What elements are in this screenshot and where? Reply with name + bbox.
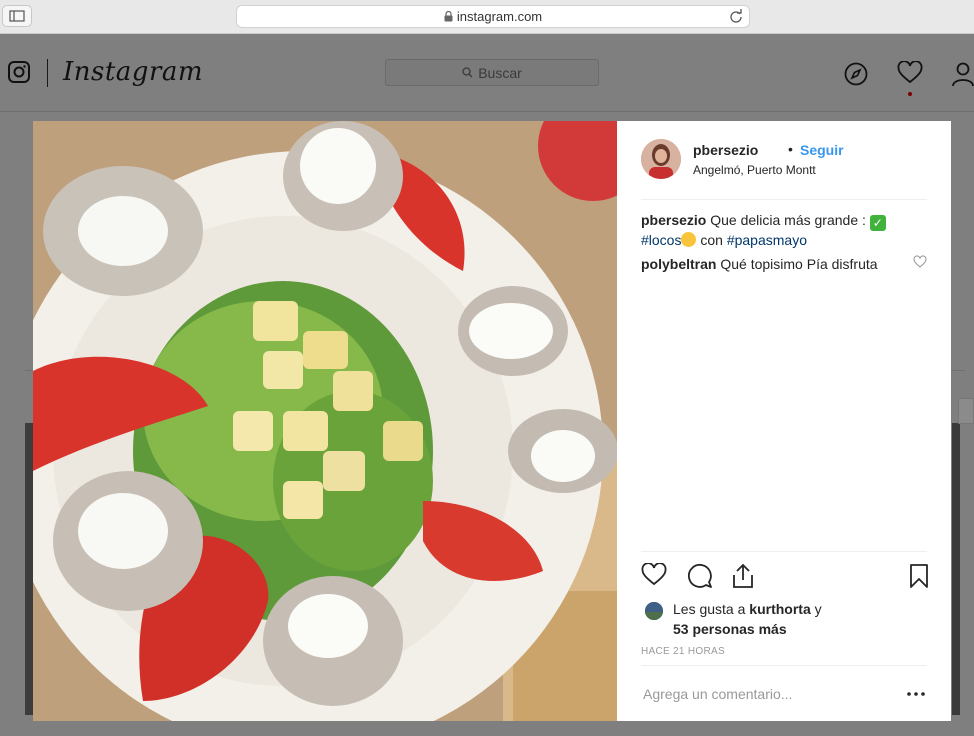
post-actions bbox=[641, 551, 929, 602]
comment-input[interactable]: Agrega un comentario... bbox=[643, 686, 792, 702]
next-post-arrow[interactable] bbox=[958, 398, 974, 424]
address-bar[interactable]: instagram.com bbox=[236, 5, 750, 28]
comment-like-heart-icon[interactable] bbox=[913, 255, 927, 269]
lock-icon bbox=[444, 11, 453, 22]
food-photo-image bbox=[33, 121, 617, 721]
instagram-header: Instagram Buscar bbox=[0, 35, 974, 112]
post-photo[interactable] bbox=[33, 121, 617, 721]
hashtag-link[interactable]: #papasmayo bbox=[727, 232, 807, 248]
explore-compass-icon[interactable] bbox=[844, 62, 868, 86]
hashtag-link[interactable]: #locos bbox=[641, 232, 681, 248]
search-placeholder: Buscar bbox=[478, 64, 522, 81]
likes-summary: Les gusta a kurthorta y 53 personas más bbox=[673, 599, 822, 639]
search-icon bbox=[462, 67, 473, 78]
comment-item: polybeltran Qué topisimo Pía disfruta bbox=[641, 255, 921, 273]
save-bookmark-icon[interactable] bbox=[909, 563, 929, 589]
sidebar-icon bbox=[9, 10, 25, 22]
caption-connector: con bbox=[700, 232, 723, 248]
post-modal: pbersezio • Seguir Angelmó, Puerto Montt… bbox=[33, 121, 951, 721]
search-input[interactable]: Buscar bbox=[385, 59, 599, 86]
author-avatar[interactable] bbox=[641, 139, 681, 179]
activity-heart-icon[interactable] bbox=[897, 61, 923, 85]
sidebar-toggle-button[interactable] bbox=[2, 5, 32, 27]
background-thumbnail bbox=[25, 423, 33, 715]
separator-dot: • bbox=[788, 141, 793, 157]
comment-bubble-icon[interactable] bbox=[687, 563, 713, 589]
post-location[interactable]: Angelmó, Puerto Montt bbox=[693, 163, 816, 177]
caption-text: Que delicia más grande : bbox=[710, 212, 866, 228]
likes-prefix: Les gusta a bbox=[673, 601, 746, 617]
check-mark-emoji-icon: ✓ bbox=[869, 215, 886, 231]
likes-conjunction: y bbox=[814, 601, 822, 617]
instagram-glyph-icon[interactable] bbox=[8, 61, 30, 83]
comment-text: Qué topisimo Pía disfruta bbox=[720, 256, 878, 272]
post-header: pbersezio • Seguir Angelmó, Puerto Montt bbox=[641, 139, 927, 200]
author-username[interactable]: pbersezio bbox=[693, 142, 758, 158]
avatar-image bbox=[641, 139, 681, 179]
reload-icon[interactable] bbox=[729, 8, 743, 24]
post-caption: pbersezio Que delicia más grande : ✓ #lo… bbox=[641, 211, 931, 249]
caption-author[interactable]: pbersezio bbox=[641, 212, 706, 228]
url-text: instagram.com bbox=[456, 9, 543, 24]
zany-face-emoji-icon bbox=[681, 232, 697, 247]
logo-divider bbox=[47, 59, 48, 87]
more-options-icon[interactable] bbox=[907, 692, 925, 696]
liker-avatar[interactable] bbox=[645, 602, 663, 620]
browser-toolbar: instagram.com bbox=[0, 0, 974, 34]
comment-form: Agrega un comentario... bbox=[641, 665, 927, 722]
instagram-wordmark[interactable]: Instagram bbox=[63, 57, 203, 87]
follow-button[interactable]: Seguir bbox=[800, 142, 844, 158]
profile-icon[interactable] bbox=[952, 61, 974, 87]
like-heart-icon[interactable] bbox=[641, 563, 667, 587]
likes-others-link[interactable]: 53 personas más bbox=[673, 621, 787, 637]
background-thumbnail bbox=[952, 423, 960, 715]
share-icon[interactable] bbox=[731, 563, 755, 589]
notification-dot bbox=[908, 92, 912, 96]
liker-username[interactable]: kurthorta bbox=[749, 601, 810, 617]
post-timestamp[interactable]: HACE 21 HORAS bbox=[641, 646, 725, 657]
post-sidebar: pbersezio • Seguir Angelmó, Puerto Montt… bbox=[617, 121, 951, 721]
liker-avatar-image bbox=[645, 602, 663, 620]
comment-author[interactable]: polybeltran bbox=[641, 256, 716, 272]
